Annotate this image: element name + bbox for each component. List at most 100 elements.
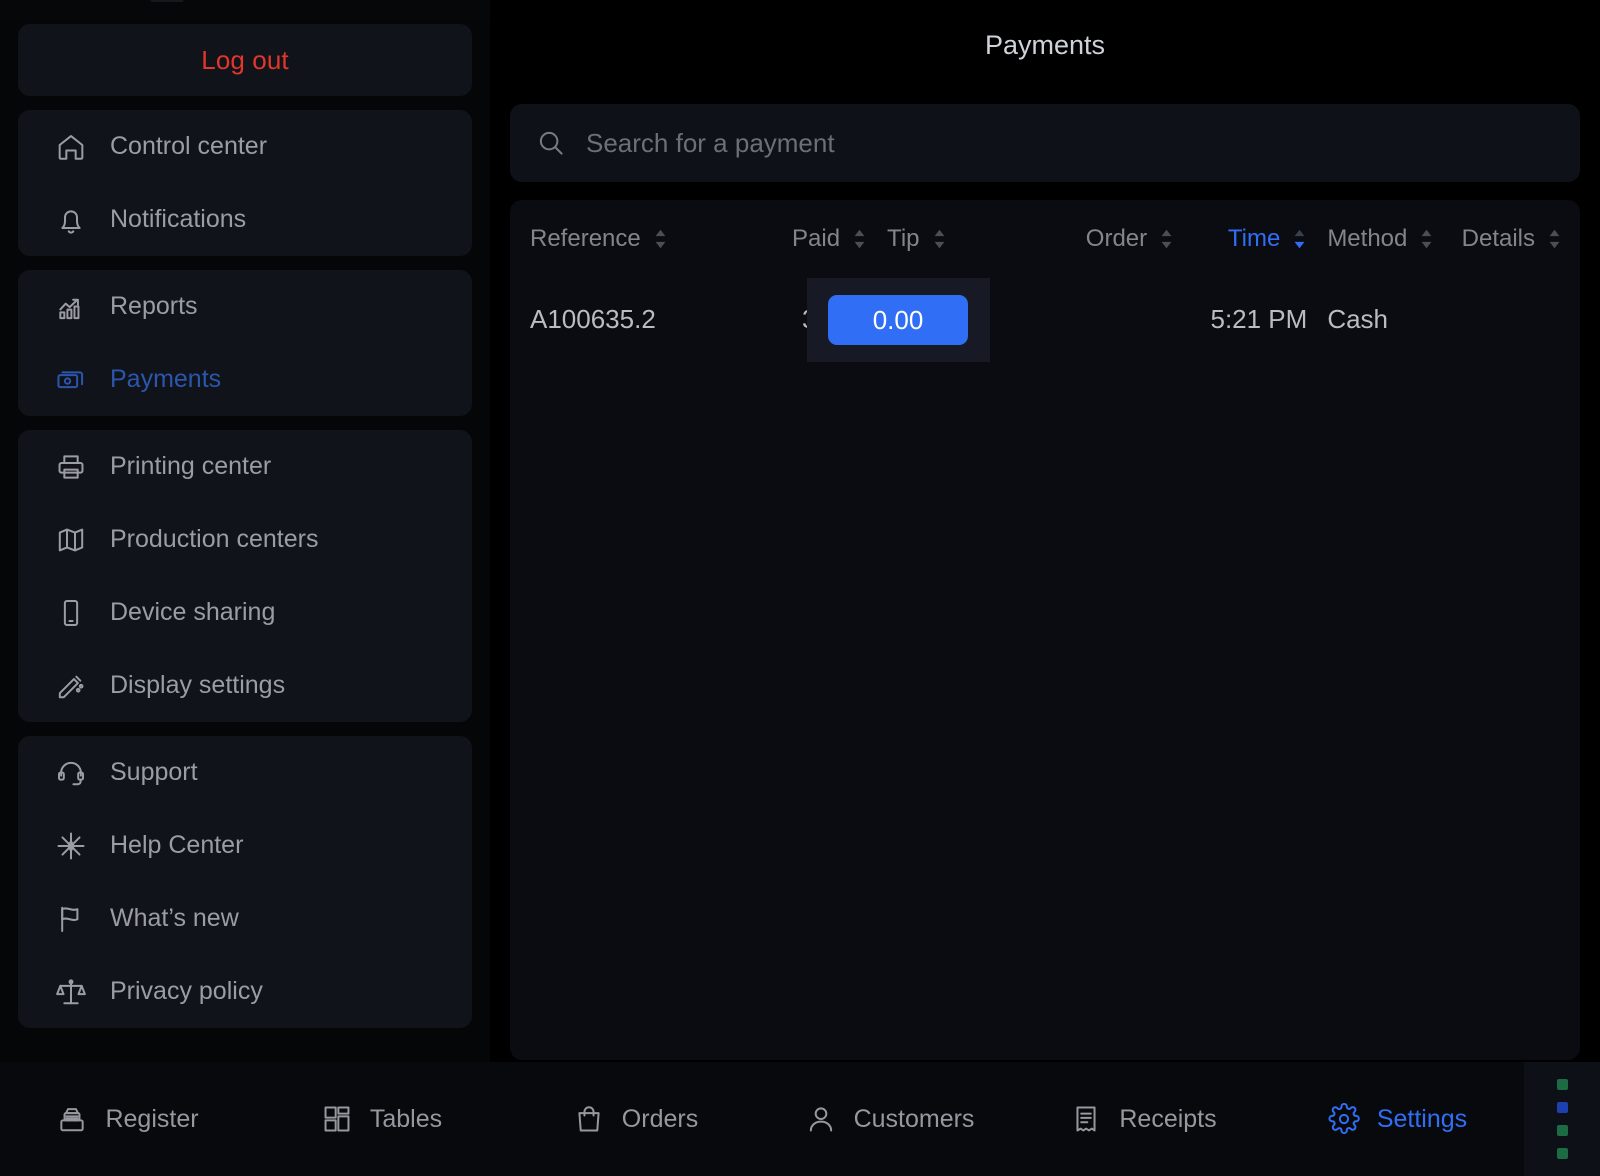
sidebar-item-control-center[interactable]: Control center bbox=[18, 110, 472, 183]
bottom-nav: Register Tables Orders Customers Receipts Set… bbox=[0, 1062, 1600, 1176]
sort-arrows-icon[interactable] bbox=[653, 228, 668, 250]
sidebar-item-label: Reports bbox=[110, 292, 198, 320]
sidebar-item-label: Control center bbox=[110, 132, 268, 160]
cell-method: Cash bbox=[1327, 303, 1389, 334]
column-header-label: Details bbox=[1461, 225, 1535, 252]
status-dot-3 bbox=[1556, 1148, 1568, 1159]
sort-arrows-icon[interactable] bbox=[852, 228, 867, 250]
column-header-label: Order bbox=[1085, 225, 1148, 252]
column-header-label: Time bbox=[1227, 225, 1281, 252]
receipt-icon bbox=[1069, 1102, 1103, 1136]
sidebar-group-account: Log out bbox=[18, 24, 472, 96]
home-icon bbox=[54, 130, 88, 164]
tab-customers[interactable]: Customers bbox=[762, 1102, 1016, 1136]
tab-label: Settings bbox=[1376, 1104, 1468, 1133]
sidebar-item-label: Payments bbox=[110, 365, 222, 393]
bottom-nav-items: Register Tables Orders Customers Receipts Set… bbox=[0, 1062, 1524, 1176]
sort-arrows-icon[interactable] bbox=[1159, 228, 1174, 250]
search-placeholder: Search for a payment bbox=[586, 127, 835, 158]
tab-label: Receipts bbox=[1119, 1104, 1217, 1133]
scales-icon bbox=[54, 975, 88, 1009]
main-content: Payments Search for a payment Reference … bbox=[490, 0, 1600, 1062]
cash-register-icon bbox=[55, 1102, 89, 1136]
column-header-label: Tip bbox=[887, 225, 920, 252]
table-row[interactable]: A100635.234.875:21 PMCash bbox=[510, 278, 1580, 360]
tab-tables[interactable]: Tables bbox=[254, 1102, 508, 1136]
sidebar: Log out Control center Notifications Repor… bbox=[0, 0, 490, 1062]
sidebar-item-label: Printing center bbox=[110, 452, 272, 480]
sidebar-item-notifications[interactable]: Notifications bbox=[18, 183, 472, 256]
table-body: A100635.234.875:21 PMCash bbox=[510, 278, 1580, 360]
tab-label: Register bbox=[105, 1104, 199, 1133]
sidebar-item-label: Notifications bbox=[110, 205, 247, 233]
sidebar-item-printing-center[interactable]: Printing center bbox=[18, 430, 472, 503]
sidebar-item-what-s-new[interactable]: What’s new bbox=[18, 882, 472, 955]
user-icon bbox=[804, 1102, 838, 1136]
tab-orders[interactable]: Orders bbox=[508, 1102, 762, 1136]
sidebar-item-help-center[interactable]: Help Center bbox=[18, 809, 472, 882]
tab-settings[interactable]: Settings bbox=[1270, 1102, 1524, 1136]
printer-icon bbox=[54, 450, 88, 484]
column-header-reference[interactable]: Reference bbox=[510, 225, 734, 253]
headset-icon bbox=[54, 756, 88, 790]
column-header-paid[interactable]: Paid bbox=[734, 225, 867, 253]
tip-amount-button[interactable]: 0.00 bbox=[828, 295, 968, 345]
search-input[interactable]: Search for a payment bbox=[510, 104, 1580, 182]
sidebar-item-display-settings[interactable]: Display settings bbox=[18, 649, 472, 722]
map-icon bbox=[54, 523, 88, 557]
tab-label: Orders bbox=[621, 1104, 699, 1133]
sidebar-nav-groups: Control center Notifications Reports Paymen… bbox=[0, 110, 490, 1028]
flag-icon bbox=[54, 902, 88, 936]
sidebar-item-label: Help Center bbox=[110, 831, 244, 859]
column-header-tip[interactable]: Tip bbox=[867, 225, 1024, 253]
sort-arrows-icon[interactable] bbox=[1292, 228, 1307, 250]
status-dot-2 bbox=[1556, 1125, 1568, 1136]
sort-arrows-icon[interactable] bbox=[1419, 228, 1434, 250]
sidebar-item-support[interactable]: Support bbox=[18, 736, 472, 809]
search-icon bbox=[536, 128, 566, 158]
layout-grid-icon bbox=[320, 1102, 354, 1136]
sort-arrows-icon[interactable] bbox=[1547, 228, 1562, 250]
sidebar-item-label: Display settings bbox=[110, 671, 286, 699]
sidebar-group-0: Control center Notifications bbox=[18, 110, 472, 256]
sidebar-item-privacy-policy[interactable]: Privacy policy bbox=[18, 955, 472, 1028]
status-dot-1 bbox=[1556, 1102, 1568, 1113]
sidebar-item-label: Privacy policy bbox=[110, 977, 263, 1005]
sidebar-item-label: What’s new bbox=[110, 904, 239, 932]
column-header-details[interactable]: Details bbox=[1444, 225, 1580, 253]
sidebar-item-production-centers[interactable]: Production centers bbox=[18, 503, 472, 576]
page-title: Payments bbox=[984, 30, 1106, 60]
tab-receipts[interactable]: Receipts bbox=[1016, 1102, 1270, 1136]
cell-time: 5:21 PM bbox=[1210, 303, 1308, 334]
tab-register[interactable]: Register bbox=[0, 1102, 254, 1136]
banknote-icon bbox=[54, 363, 88, 397]
cell-reference: A100635.2 bbox=[530, 303, 656, 334]
sidebar-item-device-sharing[interactable]: Device sharing bbox=[18, 576, 472, 649]
sidebar-item-label: Device sharing bbox=[110, 598, 276, 626]
status-indicator-strip[interactable] bbox=[1524, 1062, 1600, 1176]
phone-icon bbox=[54, 596, 88, 630]
chart-growth-icon bbox=[54, 290, 88, 324]
column-header-label: Reference bbox=[530, 225, 641, 252]
sort-arrows-icon[interactable] bbox=[932, 228, 947, 250]
column-header-method[interactable]: Method bbox=[1307, 225, 1444, 253]
sidebar-item-reports[interactable]: Reports bbox=[18, 270, 472, 343]
paint-roller-icon bbox=[54, 669, 88, 703]
sidebar-group-3: Support Help Center What’s new Privacy poli… bbox=[18, 736, 472, 1028]
bell-icon bbox=[54, 203, 88, 237]
tab-label: Tables bbox=[369, 1104, 443, 1133]
logout-button[interactable]: Log out bbox=[18, 24, 472, 96]
sparkle-icon bbox=[54, 829, 88, 863]
sidebar-item-payments[interactable]: Payments bbox=[18, 343, 472, 416]
tab-label: Customers bbox=[853, 1104, 975, 1133]
sidebar-item-label: Production centers bbox=[110, 525, 319, 553]
table-header-row: Reference Paid Tip Order Time Method Det… bbox=[510, 200, 1580, 278]
column-header-time[interactable]: Time bbox=[1174, 225, 1307, 253]
sidebar-group-1: Reports Payments bbox=[18, 270, 472, 416]
app-root: Log out Control center Notifications Repor… bbox=[0, 0, 1600, 1176]
payments-table: Reference Paid Tip Order Time Method Det… bbox=[510, 200, 1580, 1060]
drag-handle-nub bbox=[150, 0, 184, 2]
gear-icon bbox=[1327, 1102, 1361, 1136]
column-header-order[interactable]: Order bbox=[1024, 225, 1174, 253]
sidebar-item-label: Support bbox=[110, 758, 198, 786]
